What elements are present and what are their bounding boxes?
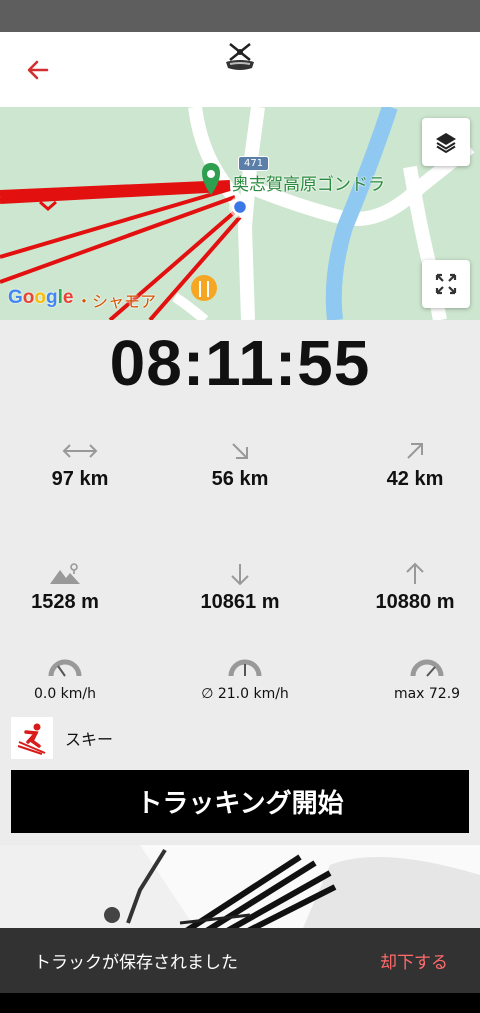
stat-average-speed-value: ∅ 21.0 km/h [201, 686, 289, 702]
activity-selector[interactable]: スキー [11, 716, 113, 760]
stat-total-ascent: 10880 m [335, 561, 480, 614]
map-place-label: 奥志賀高原ゴンドラ [232, 175, 385, 195]
activity-icon-box [11, 717, 53, 759]
up-right-arrow-icon [407, 443, 423, 459]
back-button[interactable] [18, 50, 58, 90]
app-header [0, 32, 480, 107]
stat-total-ascent-value: 10880 m [375, 591, 455, 613]
stat-descent-distance-value: 56 km [211, 468, 269, 490]
skier-icon [17, 723, 46, 755]
horizontal-arrows-icon [62, 444, 98, 458]
down-arrow-icon [231, 564, 249, 586]
stat-average-speed: ∅ 21.0 km/h [165, 654, 325, 702]
banner-image [0, 845, 480, 935]
road-number-badge: 471 [238, 156, 270, 171]
app-logo-icon [226, 43, 254, 70]
snackbar-message: トラックが保存されました [34, 953, 238, 973]
map-layers-button[interactable] [422, 118, 470, 166]
status-bar [0, 0, 480, 32]
stat-max-speed-value: max 72.9 [393, 686, 461, 702]
stat-current-speed-value: 0.0 km/h [33, 686, 97, 702]
stat-total-descent-value: 10861 m [200, 591, 280, 613]
speedometer-max-icon [410, 659, 444, 677]
stat-max-speed: max 72.9 [347, 654, 480, 702]
up-arrow-icon [406, 562, 424, 584]
stat-distance: 97 km [0, 438, 160, 491]
google-logo: Google [8, 287, 74, 308]
navigation-bar [0, 993, 480, 1013]
layers-icon [436, 133, 456, 154]
stat-altitude-value: 1528 m [31, 591, 99, 613]
stat-altitude: 1528 m [0, 561, 145, 614]
map-place-label-2: ・シャモア [76, 292, 157, 311]
down-right-arrow-icon [232, 443, 248, 459]
snackbar: トラックが保存されました 却下する [0, 928, 480, 993]
map-fullscreen-button[interactable] [422, 260, 470, 308]
stat-current-speed: 0.0 km/h [0, 654, 145, 702]
start-tracking-button[interactable]: トラッキング開始 [11, 770, 469, 833]
stat-total-descent: 10861 m [160, 561, 320, 614]
expand-icon [435, 273, 457, 295]
stat-ascent-distance: 42 km [335, 438, 480, 491]
back-arrow-icon [27, 60, 49, 80]
stat-descent-distance: 56 km [160, 438, 320, 491]
elapsed-timer: 08:11:55 [109, 327, 371, 399]
snackbar-dismiss-button[interactable]: 却下する [380, 948, 448, 973]
stat-distance-value: 97 km [51, 468, 109, 490]
activity-label: スキー [65, 730, 114, 749]
route-map[interactable]: 471 奥志賀高原ゴンドラ ・シャモア Google [0, 107, 480, 320]
speedometer-icon [48, 659, 82, 677]
stat-ascent-distance-value: 42 km [386, 468, 444, 490]
promo-banner[interactable] [0, 845, 480, 935]
mountain-altitude-icon [50, 563, 80, 584]
speedometer-avg-icon [228, 659, 262, 677]
